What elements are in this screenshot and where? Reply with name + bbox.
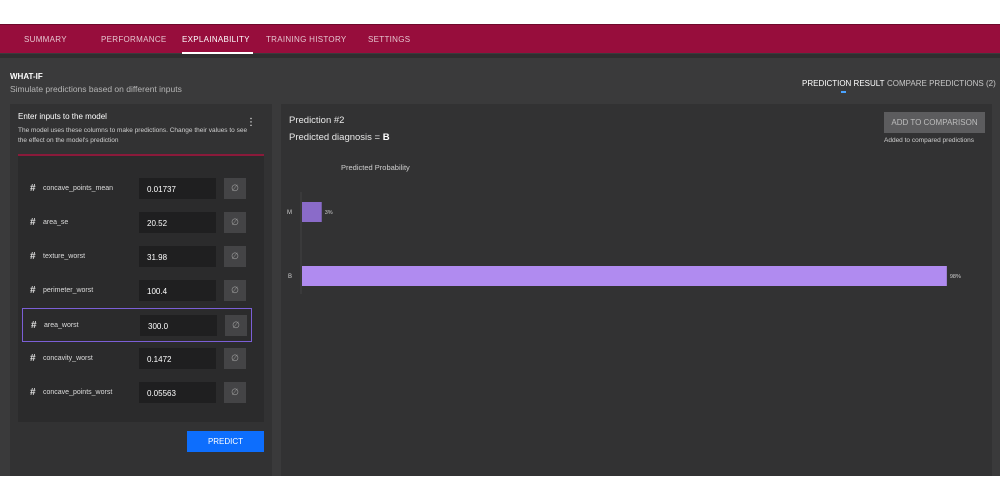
field-row-perimeter-worst: # perimeter_worst 100.4 ∅ [22,274,252,308]
tab-compare-predictions[interactable]: COMPARE PREDICTIONS (2) [887,79,996,88]
tick-label-b: B [288,274,292,280]
value-label-b: 98% [950,274,961,280]
field-label: area_worst [44,322,79,329]
prediction-title: Prediction #2 [289,115,345,126]
app-window: SUMMARY PERFORMANCE EXPLAINABILITY TRAIN… [0,24,1000,476]
input-fields-list: # concave_points_mean 0.01737 ∅ # area_s… [18,154,264,422]
diagnosis-value: B [382,132,390,143]
field-label: texture_worst [43,253,86,260]
clear-empty-set-icon[interactable]: ∅ [224,178,246,199]
clear-empty-set-icon[interactable]: ∅ [224,246,246,267]
page-subtitle: Simulate predictions based on different … [10,84,182,94]
added-note: Added to compared predictions [884,137,974,144]
hash-icon: # [31,320,37,331]
field-input[interactable]: 0.1472 [139,348,216,369]
page-title: WHAT-IF [10,72,43,81]
field-input[interactable]: 300.0 [140,315,217,336]
hash-icon: # [30,217,36,228]
tab-performance[interactable]: PERFORMANCE [101,35,167,54]
field-input[interactable]: 31.98 [139,246,216,267]
field-row-area-se: # area_se 20.52 ∅ [22,206,252,240]
hash-icon: # [30,353,36,364]
bar-b [302,266,947,286]
field-input[interactable]: 0.05563 [139,382,216,403]
field-row-concave-points-mean: # concave_points_mean 0.01737 ∅ [22,172,252,206]
value-label-m: 3% [325,210,333,216]
field-label: area_se [43,219,69,226]
tab-explainability[interactable]: EXPLAINABILITY [182,35,253,54]
field-row-texture-worst: # texture_worst 31.98 ∅ [22,240,252,274]
hash-icon: # [30,387,36,398]
prediction-result-panel: Prediction #2 Predicted diagnosis = B AD… [281,104,992,476]
predicted-diagnosis: Predicted diagnosis = B [289,132,390,143]
field-label: concave_points_worst [43,389,113,396]
field-input[interactable]: 20.52 [139,212,216,233]
tick-label-m: M [287,210,292,216]
hash-icon: # [30,285,36,296]
kebab-menu-icon[interactable]: ⋮ [246,118,256,130]
inputs-panel-title: Enter inputs to the model [18,112,107,121]
tab-prediction-result[interactable]: PREDICTION RESULT [802,79,885,93]
predict-button[interactable]: PREDICT [187,431,264,452]
chart-title: Predicted Probability [341,163,410,172]
hash-icon: # [30,183,36,194]
field-input[interactable]: 0.01737 [139,178,216,199]
bar-m [302,202,322,222]
add-to-comparison-button[interactable]: ADD TO COMPARISON [884,112,985,133]
field-label: concave_points_mean [43,185,114,192]
field-label: concavity_worst [43,355,93,362]
field-row-concave-points-worst: # concave_points_worst 0.05563 ∅ [22,376,252,410]
clear-empty-set-icon[interactable]: ∅ [224,212,246,233]
clear-empty-set-icon[interactable]: ∅ [225,315,247,336]
clear-empty-set-icon[interactable]: ∅ [224,280,246,301]
tab-training-history[interactable]: TRAINING HISTORY [266,35,347,54]
tab-settings[interactable]: SETTINGS [368,35,410,54]
clear-empty-set-icon[interactable]: ∅ [224,382,246,403]
hash-icon: # [30,251,36,262]
tab-summary[interactable]: SUMMARY [24,35,67,54]
main-tab-bar: SUMMARY PERFORMANCE EXPLAINABILITY TRAIN… [0,24,1000,54]
inputs-panel-description: The model uses these columns to make pre… [18,127,248,144]
field-label: perimeter_worst [43,287,94,294]
field-input[interactable]: 100.4 [139,280,216,301]
inputs-panel: Enter inputs to the model The model uses… [10,104,272,476]
field-row-concavity-worst: # concavity_worst 0.1472 ∅ [22,342,252,376]
probability-chart: M 3% B 98% [287,192,961,294]
field-row-area-worst: # area_worst 300.0 ∅ [22,308,252,342]
diagnosis-label: Predicted diagnosis = [289,132,383,143]
tab-bar-shadow [0,54,1000,58]
clear-empty-set-icon[interactable]: ∅ [224,348,246,369]
